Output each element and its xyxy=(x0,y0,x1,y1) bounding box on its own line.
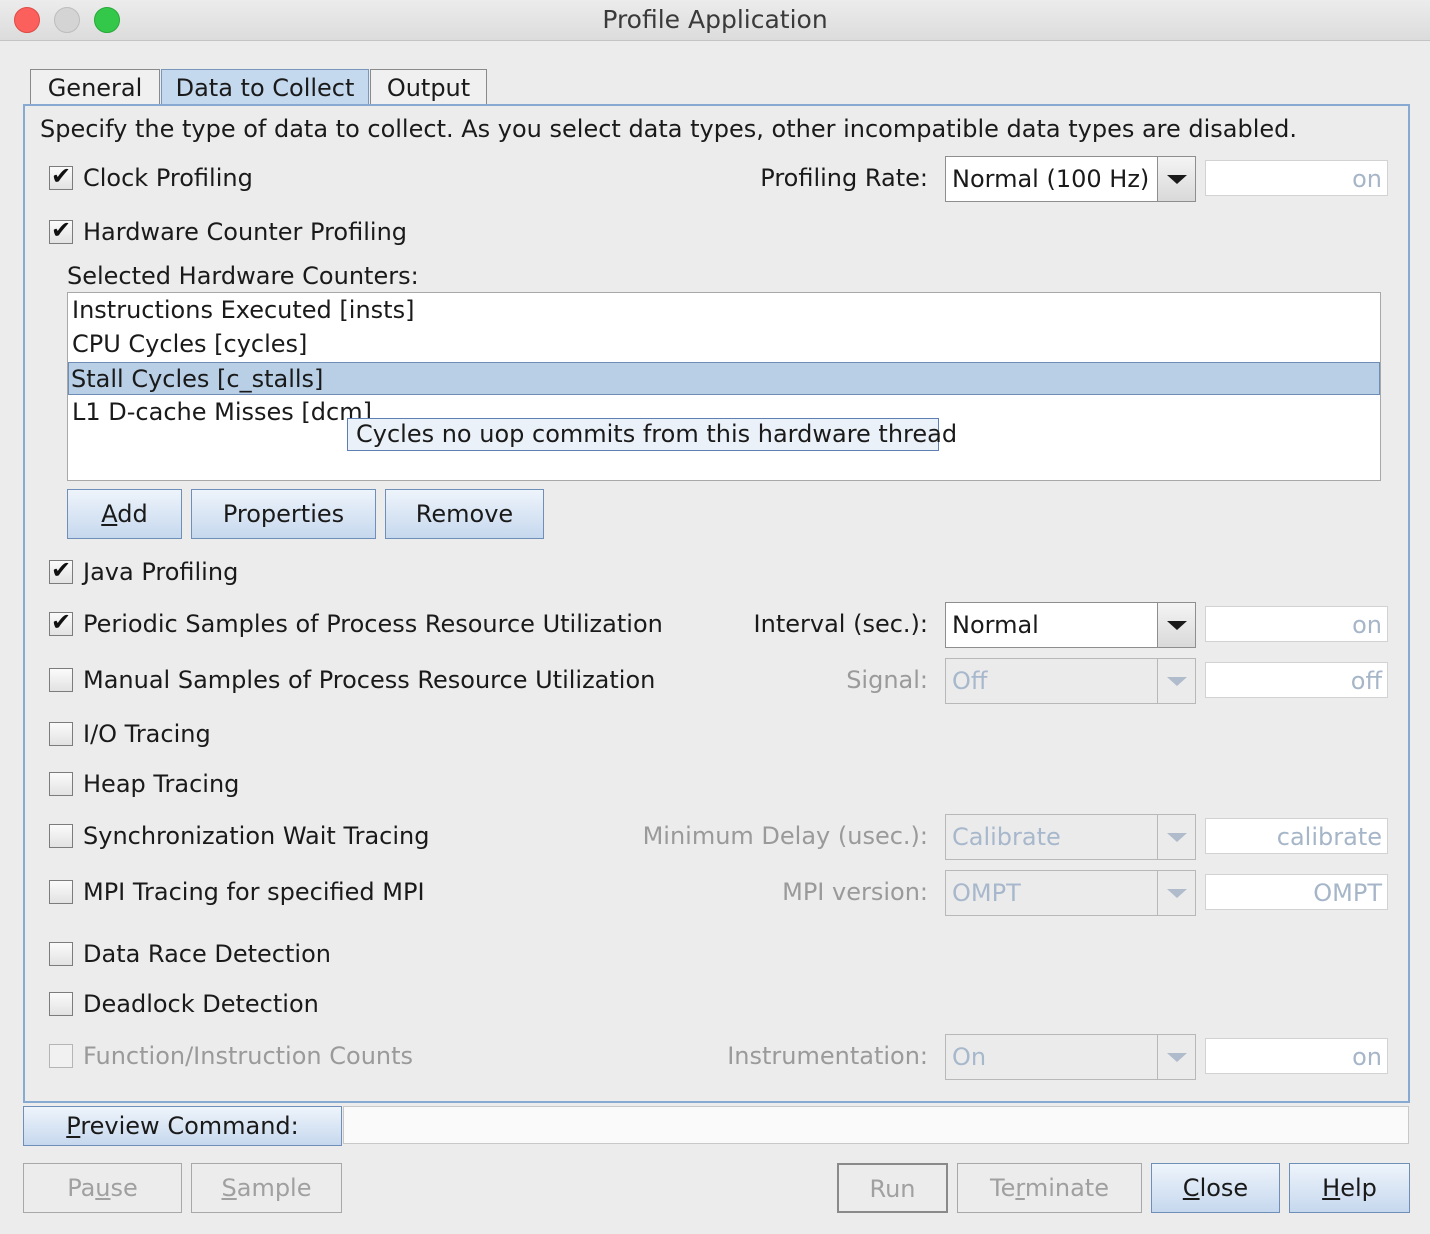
selected-counters-label: Selected Hardware Counters: xyxy=(67,262,419,290)
tab-general[interactable]: General xyxy=(30,69,160,106)
tab-data-to-collect[interactable]: Data to Collect xyxy=(161,69,369,107)
preview-command-field[interactable] xyxy=(343,1106,1409,1144)
pause-button[interactable]: Pause xyxy=(23,1163,182,1213)
hardware-counter-list[interactable]: Instructions Executed [insts] CPU Cycles… xyxy=(67,292,1381,481)
remove-button[interactable]: Remove xyxy=(385,489,544,539)
interval-label: Interval (sec.): xyxy=(753,610,928,638)
manual-samples-checkbox[interactable] xyxy=(49,668,73,692)
properties-button[interactable]: Properties xyxy=(191,489,376,539)
list-item[interactable]: CPU Cycles [cycles] xyxy=(68,328,1380,361)
hardware-counter-checkbox[interactable]: ✔ xyxy=(49,216,73,244)
signal-select[interactable]: Off xyxy=(945,658,1196,704)
heap-tracing-label: Heap Tracing xyxy=(83,770,240,798)
profiling-rate-label: Profiling Rate: xyxy=(760,164,928,192)
chevron-down-icon xyxy=(1167,175,1187,184)
window-title: Profile Application xyxy=(602,5,828,34)
sync-wait-checkbox[interactable] xyxy=(49,824,73,848)
profiling-rate-field[interactable]: on xyxy=(1205,160,1388,196)
manual-samples-label: Manual Samples of Process Resource Utili… xyxy=(83,666,656,694)
function-counts-label: Function/Instruction Counts xyxy=(83,1042,414,1070)
checkmark-icon: ✔ xyxy=(51,216,72,244)
java-profiling-label: Java Profiling xyxy=(83,558,239,586)
mpi-tracing-checkbox[interactable] xyxy=(49,880,73,904)
help-button[interactable]: Help xyxy=(1289,1163,1410,1213)
java-profiling-checkbox[interactable]: ✔ xyxy=(49,556,73,584)
io-tracing-checkbox[interactable] xyxy=(49,722,73,746)
mpi-version-select[interactable]: OMPT xyxy=(945,870,1196,916)
data-race-label: Data Race Detection xyxy=(83,940,331,968)
title-bar: Profile Application xyxy=(0,0,1430,41)
instrumentation-field[interactable]: on xyxy=(1205,1038,1388,1074)
chevron-down-icon xyxy=(1167,1053,1187,1062)
tab-output[interactable]: Output xyxy=(370,69,487,106)
heap-tracing-checkbox[interactable] xyxy=(49,772,73,796)
minimum-delay-label: Minimum Delay (usec.): xyxy=(642,822,928,850)
preview-command-button[interactable]: Preview Command: xyxy=(23,1106,342,1146)
clock-profiling-label: Clock Profiling xyxy=(83,164,253,192)
profiling-rate-select[interactable]: Normal (100 Hz) xyxy=(945,156,1196,202)
chevron-down-icon xyxy=(1167,677,1187,686)
sync-wait-label: Synchronization Wait Tracing xyxy=(83,822,430,850)
deadlock-label: Deadlock Detection xyxy=(83,990,319,1018)
checkmark-icon: ✔ xyxy=(51,608,72,636)
periodic-samples-label: Periodic Samples of Process Resource Uti… xyxy=(83,610,663,638)
terminate-button[interactable]: Terminate xyxy=(957,1163,1142,1213)
instrumentation-select[interactable]: On xyxy=(945,1034,1196,1080)
close-button[interactable]: Close xyxy=(1151,1163,1280,1213)
function-counts-checkbox[interactable] xyxy=(49,1044,73,1068)
checkmark-icon: ✔ xyxy=(51,556,72,584)
deadlock-checkbox[interactable] xyxy=(49,992,73,1016)
chevron-down-icon xyxy=(1167,621,1187,630)
list-item-selected[interactable]: Stall Cycles [c_stalls] xyxy=(68,362,1380,395)
signal-label: Signal: xyxy=(846,666,928,694)
interval-select[interactable]: Normal xyxy=(945,602,1196,648)
io-tracing-label: I/O Tracing xyxy=(83,720,211,748)
chevron-down-icon xyxy=(1167,889,1187,898)
checkmark-icon: ✔ xyxy=(51,162,72,190)
chevron-down-icon xyxy=(1167,833,1187,842)
mpi-version-field[interactable]: OMPT xyxy=(1205,874,1388,910)
list-item[interactable]: Instructions Executed [insts] xyxy=(68,294,1380,327)
description-text: Specify the type of data to collect. As … xyxy=(40,115,1298,143)
minimum-delay-select[interactable]: Calibrate xyxy=(945,814,1196,860)
add-button[interactable]: Add xyxy=(67,489,182,539)
mpi-tracing-label: MPI Tracing for specified MPI xyxy=(83,878,425,906)
periodic-samples-checkbox[interactable]: ✔ xyxy=(49,608,73,636)
instrumentation-label: Instrumentation: xyxy=(727,1042,928,1070)
data-race-checkbox[interactable] xyxy=(49,942,73,966)
hardware-counter-label: Hardware Counter Profiling xyxy=(83,218,408,246)
mpi-version-label: MPI version: xyxy=(782,878,928,906)
minimum-delay-field[interactable]: calibrate xyxy=(1205,818,1388,854)
clock-profiling-checkbox[interactable]: ✔ xyxy=(49,162,73,190)
sample-button[interactable]: Sample xyxy=(191,1163,342,1213)
counter-tooltip: Cycles no uop commits from this hardware… xyxy=(347,418,957,451)
signal-field[interactable]: off xyxy=(1205,662,1388,698)
interval-field[interactable]: on xyxy=(1205,606,1388,642)
run-button[interactable]: Run xyxy=(837,1163,948,1213)
